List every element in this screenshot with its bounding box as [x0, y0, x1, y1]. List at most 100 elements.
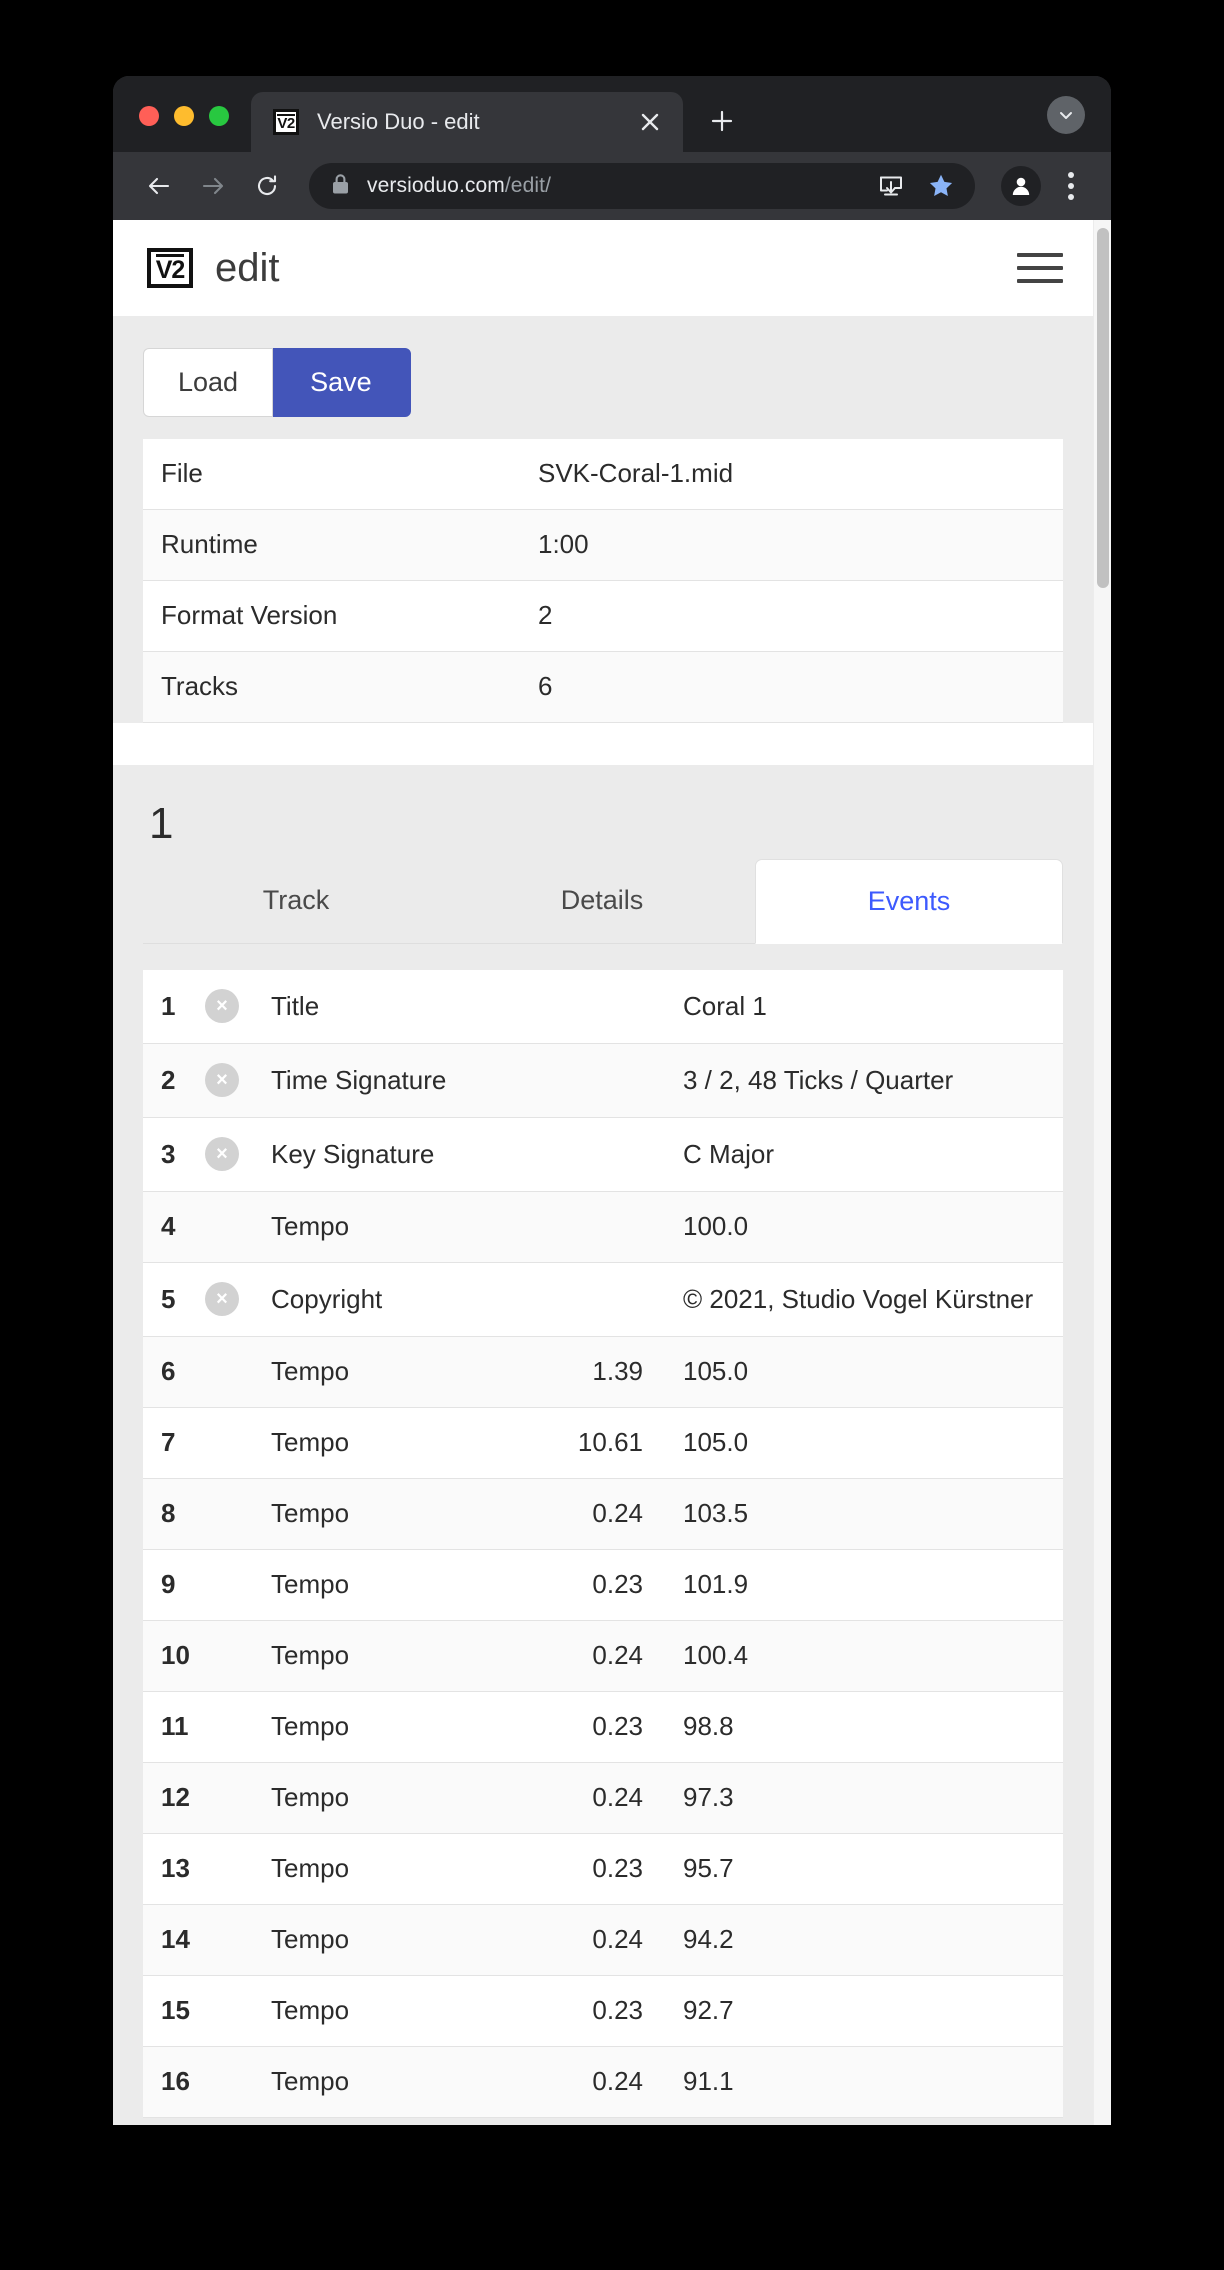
event-name: Tempo [271, 1833, 539, 1905]
event-index: 5 [143, 1262, 205, 1337]
event-delete-cell [205, 1975, 271, 2047]
table-row: 4 Tempo 100.0 [143, 1191, 1063, 1263]
page-title: edit [215, 245, 280, 290]
event-name: Tempo [271, 1478, 539, 1550]
browser-toolbar: versioduo.com/edit/ [113, 152, 1111, 220]
page-scrollbar[interactable] [1093, 220, 1111, 2125]
omnibox-actions [871, 166, 961, 206]
url-path: /edit/ [504, 174, 552, 197]
tab-track[interactable]: Track [143, 859, 449, 943]
close-icon[interactable] [633, 105, 667, 139]
forward-arrow-icon[interactable] [189, 162, 237, 210]
event-name: Tempo [271, 1975, 539, 2047]
event-index: 4 [143, 1191, 205, 1263]
new-tab-button[interactable] [699, 98, 745, 144]
delete-x-icon[interactable]: × [205, 1063, 239, 1097]
lock-icon [331, 173, 351, 200]
event-value: C Major [659, 1117, 1063, 1192]
event-name: Tempo [271, 2046, 539, 2118]
chevron-down-icon[interactable] [1047, 96, 1085, 134]
table-row: 1 × Title Coral 1 [143, 970, 1063, 1044]
event-value: 91.1 [659, 2046, 1063, 2118]
event-value: 103.5 [659, 1478, 1063, 1550]
table-row: 5 × Copyright © 2021, Studio Vogel Kürstner [143, 1262, 1063, 1337]
track-tabs: Track Details Events [143, 859, 1063, 944]
event-name: Tempo [271, 1620, 539, 1692]
reload-icon[interactable] [243, 162, 291, 210]
table-row: 10 Tempo 0.24 100.4 [143, 1620, 1063, 1692]
event-index: 8 [143, 1478, 205, 1550]
window-controls [113, 106, 251, 152]
table-row: 13 Tempo 0.23 95.7 [143, 1833, 1063, 1905]
event-value: Coral 1 [659, 970, 1063, 1044]
table-row: 7 Tempo 10.61 105.0 [143, 1407, 1063, 1479]
url-text: versioduo.com/edit/ [367, 174, 551, 198]
delete-x-icon[interactable]: × [205, 1282, 239, 1316]
maximize-window-button[interactable] [209, 106, 229, 126]
tab-events[interactable]: Events [755, 859, 1063, 944]
tab-details[interactable]: Details [449, 859, 755, 943]
table-row: 15 Tempo 0.23 92.7 [143, 1975, 1063, 2047]
file-info-label: Tracks [143, 651, 538, 723]
event-time: 0.23 [539, 1691, 659, 1763]
favicon-label: V2 [277, 113, 295, 132]
star-icon[interactable] [921, 166, 961, 206]
event-value: © 2021, Studio Vogel Kürstner [659, 1262, 1063, 1337]
profile-avatar-icon[interactable] [1001, 166, 1041, 206]
event-name: Tempo [271, 1407, 539, 1479]
event-index: 16 [143, 2046, 205, 2118]
event-value: 100.4 [659, 1620, 1063, 1692]
app-logo-label: V2 [155, 253, 185, 284]
track-section: 1 Track Details Events 1 × Title Coral 1 2 × Tim… [113, 765, 1093, 2118]
browser-tab[interactable]: V2 Versio Duo - edit [251, 92, 683, 152]
event-time: 0.23 [539, 1833, 659, 1905]
delete-x-icon[interactable]: × [205, 989, 239, 1023]
scrollbar-thumb[interactable] [1097, 228, 1109, 588]
event-name: Time Signature [271, 1043, 539, 1118]
kebab-menu-icon[interactable] [1051, 162, 1091, 210]
load-button[interactable]: Load [143, 348, 274, 417]
event-index: 3 [143, 1117, 205, 1192]
file-info-label: File [143, 439, 538, 510]
event-index: 11 [143, 1691, 205, 1763]
favicon-v2-icon: V2 [273, 109, 299, 135]
hamburger-menu-icon[interactable] [1017, 253, 1063, 283]
event-name: Key Signature [271, 1117, 539, 1192]
delete-x-icon[interactable]: × [205, 1137, 239, 1171]
minimize-window-button[interactable] [174, 106, 194, 126]
events-spacer [143, 944, 1063, 970]
event-value: 94.2 [659, 1904, 1063, 1976]
file-info-value: SVK-Coral-1.mid [538, 439, 1063, 510]
event-index: 10 [143, 1620, 205, 1692]
event-time [539, 1262, 659, 1337]
event-delete-cell [205, 1549, 271, 1621]
file-info-label: Format Version [143, 580, 538, 652]
table-row: 3 × Key Signature C Major [143, 1117, 1063, 1192]
save-button[interactable]: Save [273, 348, 411, 417]
table-row: 6 Tempo 1.39 105.0 [143, 1336, 1063, 1408]
event-value: 101.9 [659, 1549, 1063, 1621]
event-value: 105.0 [659, 1407, 1063, 1479]
browser-window: V2 Versio Duo - edit versioduo.com/edit/… [113, 76, 1111, 2125]
page-viewport: V2 edit Load Save File SVK-Coral-1.mid Run… [113, 220, 1111, 2125]
event-delete-cell [205, 1620, 271, 1692]
event-time: 0.24 [539, 1478, 659, 1550]
event-index: 6 [143, 1336, 205, 1408]
event-delete-cell [205, 1407, 271, 1479]
event-delete-cell: × [205, 1117, 271, 1192]
table-row: 9 Tempo 0.23 101.9 [143, 1549, 1063, 1621]
event-name: Title [271, 970, 539, 1044]
back-arrow-icon[interactable] [135, 162, 183, 210]
events-table: 1 × Title Coral 1 2 × Time Signature 3 / 2, 48 … [143, 970, 1063, 2118]
event-name: Tempo [271, 1191, 539, 1263]
close-window-button[interactable] [139, 106, 159, 126]
event-value: 100.0 [659, 1191, 1063, 1263]
event-name: Tempo [271, 1691, 539, 1763]
event-name: Tempo [271, 1549, 539, 1621]
install-download-icon[interactable] [871, 166, 911, 206]
event-time [539, 1043, 659, 1118]
event-delete-cell [205, 1833, 271, 1905]
file-section: Load Save File SVK-Coral-1.mid Runtime 1:00… [113, 316, 1093, 723]
address-bar[interactable]: versioduo.com/edit/ [309, 163, 975, 209]
event-value: 97.3 [659, 1762, 1063, 1834]
